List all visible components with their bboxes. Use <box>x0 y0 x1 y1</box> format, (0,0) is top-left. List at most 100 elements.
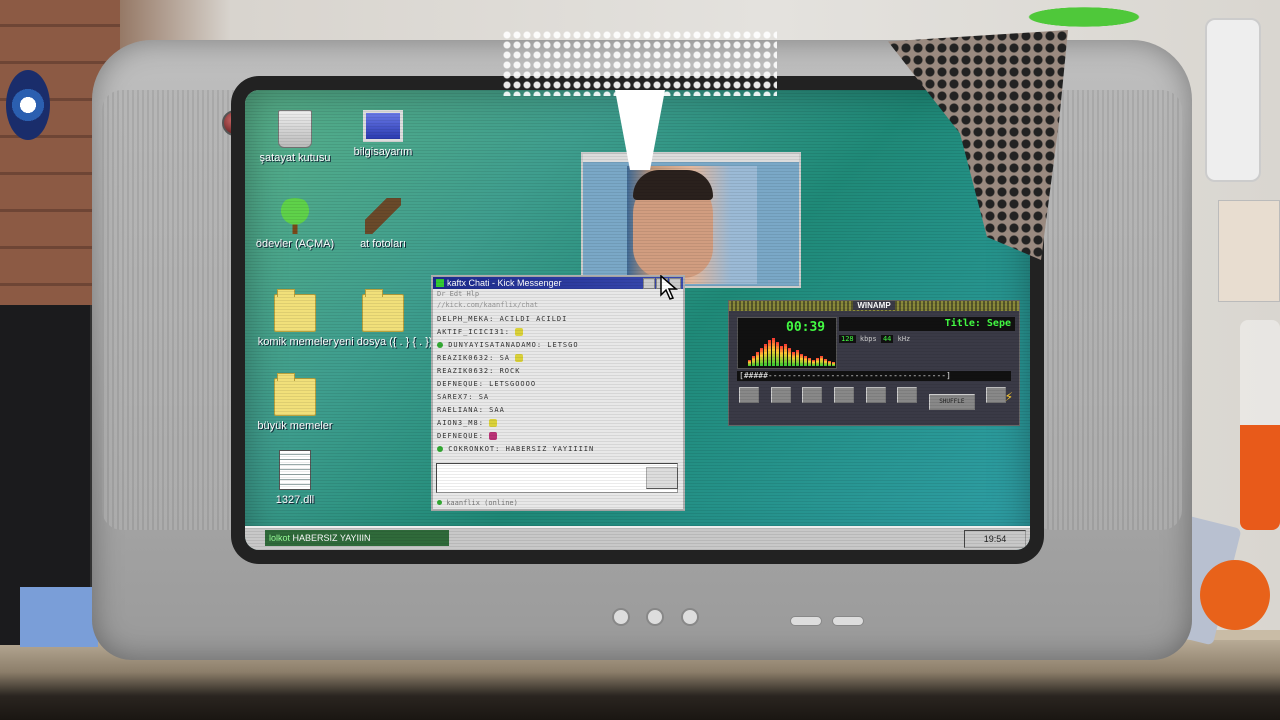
evil-eye-charm <box>6 70 50 140</box>
lace-doily <box>502 30 777 96</box>
tree-icon <box>275 198 315 234</box>
khz-value: 44 <box>880 335 894 343</box>
spectrum-bar <box>828 361 831 366</box>
spectrum-bar <box>812 360 815 366</box>
tv-button[interactable] <box>789 616 822 626</box>
spectrum-bar <box>752 356 755 366</box>
chat-message: AKTIF_ICICI31: <box>437 326 679 339</box>
chat-message: REAZIK0632: ROCK <box>437 367 521 375</box>
juice-bottle <box>1240 320 1280 530</box>
desktop-icon-big-memes[interactable]: büyük memeler <box>245 373 345 432</box>
desktop-icon-label: at fotoları <box>360 238 406 250</box>
spectrum-bar <box>764 344 767 366</box>
mouse-cursor-icon <box>660 275 679 300</box>
tv-knob[interactable] <box>646 608 665 626</box>
track-title: Title: Sepe <box>839 317 1015 331</box>
desktop-icon-label: komik memeler <box>257 336 333 348</box>
kbps-value: 128 <box>839 335 856 343</box>
emoji-icon <box>489 432 498 440</box>
previous-button[interactable] <box>739 387 759 403</box>
tv-button[interactable] <box>832 616 865 626</box>
chat-message: AION3_M8: <box>437 417 679 430</box>
spectrum-bar <box>800 354 803 366</box>
desktop-icon-new-folder[interactable]: yeni dosya ({ . } { . }) <box>331 289 435 348</box>
light-switch <box>1218 200 1280 302</box>
webcam-titlebar[interactable] <box>583 154 799 162</box>
recycle-bin-icon <box>278 110 312 148</box>
webcam-window[interactable] <box>581 152 801 288</box>
desktop-icon-label: 1327.dll <box>275 494 315 506</box>
chat-window[interactable]: kaftx Chati - Kick Messenger Dr Edt Hlp … <box>431 275 685 511</box>
play-button[interactable] <box>770 387 791 403</box>
streamer-hair <box>633 170 713 200</box>
folder-icon <box>274 373 316 416</box>
spectrum-bar <box>748 360 751 366</box>
repeat-button[interactable] <box>986 387 1007 403</box>
chat-titlebar[interactable]: kaftx Chati - Kick Messenger <box>433 277 683 289</box>
taskbar-item[interactable]: lolkot HABERSIZ YAYIIIN <box>265 530 449 546</box>
spectrum-bar <box>768 340 771 366</box>
next-button[interactable] <box>865 387 886 403</box>
tv-knob[interactable] <box>680 608 699 626</box>
folder-icon <box>274 289 316 332</box>
chat-title: kaftx Chati - Kick Messenger <box>447 278 562 288</box>
shuffle-button[interactable]: SHUFFLE <box>928 394 975 410</box>
chat-message: COKRONKOT: HABERSIZ YAYIIIIN <box>437 443 679 456</box>
desktop-icon-homework[interactable]: ödevler (AÇMA) <box>245 198 345 250</box>
tv-speaker-left <box>102 90 252 530</box>
desktop-icon-funny-memes[interactable]: komik memeler <box>245 289 345 348</box>
spectrum-bar <box>804 356 807 366</box>
desktop-icon-computer[interactable]: bilgisayarım <box>333 110 433 158</box>
eject-button[interactable] <box>897 387 918 403</box>
tv-knob[interactable] <box>612 608 630 626</box>
kbps-label: kbps <box>859 335 877 343</box>
webcam-feed <box>627 166 757 284</box>
orange-peel <box>1200 560 1270 630</box>
game-console <box>0 305 98 647</box>
app-icon <box>436 279 444 287</box>
desktop-icon-label: ödevler (AÇMA) <box>255 238 335 250</box>
winamp-player[interactable]: WINAMP 00:39 Title: Sepe 128 kbps 44 kHz… <box>728 300 1020 426</box>
winamp-title: WINAMP <box>853 301 895 310</box>
chat-message: SAREX7: SA <box>437 393 490 401</box>
desktop-icon-label: şatayat kutusu <box>259 152 331 164</box>
desktop-icon-dll[interactable]: 1327.dll <box>245 450 345 506</box>
seek-bar[interactable]: [#####----------------------------------… <box>737 371 1011 381</box>
spectrum-bar <box>832 362 835 366</box>
tv-controls <box>612 608 870 631</box>
online-icon <box>437 500 442 505</box>
console-stand <box>20 587 98 647</box>
badge-icon <box>437 342 443 348</box>
spectrum-bar <box>788 348 791 366</box>
desktop-icon-label: büyük memeler <box>257 420 333 432</box>
winamp-titlebar[interactable]: WINAMP <box>729 301 1019 311</box>
playback-controls: SHUFFLE <box>739 387 1008 410</box>
play-time: 00:39 <box>786 320 826 335</box>
bitrate-info: 128 kbps 44 kHz <box>839 335 910 343</box>
winamp-display: 00:39 <box>737 317 837 369</box>
chat-message: RAELIANA: SAA <box>437 406 505 414</box>
send-button[interactable] <box>646 467 678 489</box>
minimize-button[interactable] <box>643 278 655 289</box>
emoji-icon <box>515 328 524 336</box>
desktop-icon-horse-photos[interactable]: at fotoları <box>333 198 433 250</box>
spectrum-bar <box>820 356 823 366</box>
spectrum-bar <box>816 358 819 366</box>
chat-status: kaanflix (online) <box>437 499 518 507</box>
parrot-figure <box>1020 0 1180 34</box>
task-user: lolkot <box>269 533 291 543</box>
winamp-logo-icon: ⚡ <box>1004 389 1013 405</box>
chat-messages: DELPH_MEKA: ACILDI ACILDI AKTIF_ICICI31:… <box>433 311 683 465</box>
desktop-icon-label: yeni dosya ({ . } { . }) <box>333 336 433 348</box>
spectrum-bar <box>808 358 811 366</box>
chat-input[interactable] <box>436 463 678 493</box>
pause-button[interactable] <box>802 387 823 403</box>
dll-file-icon <box>279 450 311 490</box>
spectrum-bar <box>824 359 827 366</box>
chat-message: REAZIK0632: SA <box>437 352 679 365</box>
emoji-icon <box>489 419 498 427</box>
taskbar: lolkot HABERSIZ YAYIIIN 19:54 <box>245 526 1030 550</box>
chat-message: DEFNEQUE: <box>437 430 679 443</box>
desktop-icon-recycle-bin[interactable]: şatayat kutusu <box>245 110 345 164</box>
stop-button[interactable] <box>833 387 854 403</box>
